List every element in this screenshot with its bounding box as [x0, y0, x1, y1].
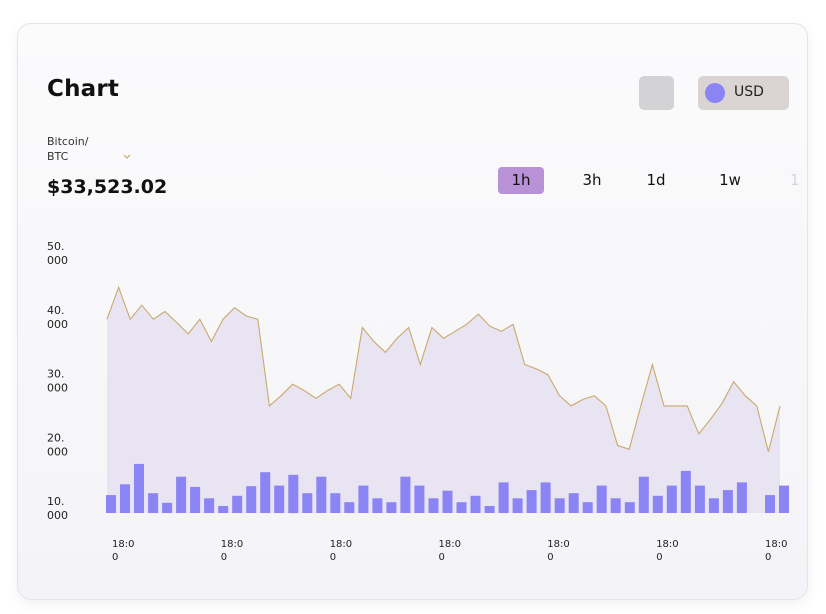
volume-bar: [288, 474, 299, 514]
volume-bar: [260, 472, 271, 513]
volume-bar: [400, 476, 411, 513]
volume-bar: [274, 485, 285, 513]
volume-bar: [302, 493, 313, 513]
volume-bar: [246, 486, 257, 513]
y-tick-label: 000: [47, 254, 68, 267]
volume-bar: [512, 498, 523, 513]
chart-card: Chart USD Bitcoin/ BTC $33,523.02 1h 3h 1d…: [17, 23, 808, 600]
x-tick-label: 18:0: [765, 539, 787, 550]
volume-bar: [779, 485, 789, 513]
y-tick-label: 000: [47, 445, 68, 458]
y-tick-label: 40.: [47, 304, 65, 317]
x-tick-label: 18:0: [112, 539, 134, 550]
volume-bar: [568, 493, 579, 513]
volume-bar: [218, 506, 229, 513]
volume-bar: [526, 490, 537, 513]
volume-bar: [386, 502, 397, 513]
volume-bar: [148, 493, 159, 513]
volume-bar: [666, 485, 677, 513]
volume-bar: [582, 502, 593, 513]
volume-bar: [470, 495, 481, 513]
x-tick-label: 18:0: [330, 539, 352, 550]
volume-bar: [414, 485, 425, 513]
volume-bar: [120, 484, 130, 513]
x-tick-label: 0: [439, 552, 445, 563]
volume-bar: [624, 502, 635, 513]
y-tick-label: 30.: [47, 368, 65, 381]
volume-bar: [680, 470, 691, 513]
price-chart: 50.00040.00030.00020.00010.00018:0018:00…: [47, 240, 789, 563]
volume-bar: [484, 506, 495, 513]
volume-bar: [344, 502, 355, 513]
price-area: [107, 287, 780, 513]
volume-bar: [610, 498, 621, 513]
volume-bar: [722, 490, 733, 513]
volume-bar: [554, 498, 565, 513]
volume-bar: [596, 485, 607, 513]
volume-bar: [316, 476, 327, 513]
volume-bar: [428, 498, 439, 513]
volume-bar: [190, 486, 201, 513]
volume-bar: [456, 502, 467, 513]
volume-bar: [358, 485, 369, 513]
y-tick-label: 000: [47, 382, 68, 395]
x-tick-label: 18:0: [656, 539, 678, 550]
x-tick-label: 0: [221, 552, 227, 563]
volume-bar: [498, 482, 509, 513]
volume-bar: [372, 498, 383, 513]
x-tick-label: 0: [112, 552, 118, 563]
x-tick-label: 18:0: [221, 539, 243, 550]
volume-bar: [106, 495, 116, 513]
volume-bar: [442, 490, 453, 513]
x-tick-label: 0: [765, 552, 771, 563]
volume-bar: [540, 482, 551, 513]
volume-bar: [176, 476, 187, 513]
volume-bar: [765, 495, 775, 513]
volume-bar: [638, 476, 649, 513]
volume-bar: [736, 482, 747, 513]
volume-bar: [330, 493, 341, 513]
volume-bar: [708, 498, 719, 513]
y-tick-label: 000: [47, 509, 68, 522]
volume-bar: [694, 485, 705, 513]
volume-bar: [134, 463, 144, 513]
y-tick-label: 10.: [47, 495, 65, 508]
y-tick-label: 000: [47, 318, 68, 331]
volume-bar: [652, 495, 663, 513]
y-tick-label: 50.: [47, 240, 65, 253]
volume-bar: [162, 502, 173, 513]
x-tick-label: 18:0: [439, 539, 461, 550]
x-tick-label: 0: [330, 552, 336, 563]
y-tick-label: 20.: [47, 431, 65, 444]
x-tick-label: 0: [547, 552, 553, 563]
x-tick-label: 18:0: [547, 539, 569, 550]
volume-bar: [204, 498, 215, 513]
x-tick-label: 0: [656, 552, 662, 563]
volume-bar: [232, 495, 243, 513]
